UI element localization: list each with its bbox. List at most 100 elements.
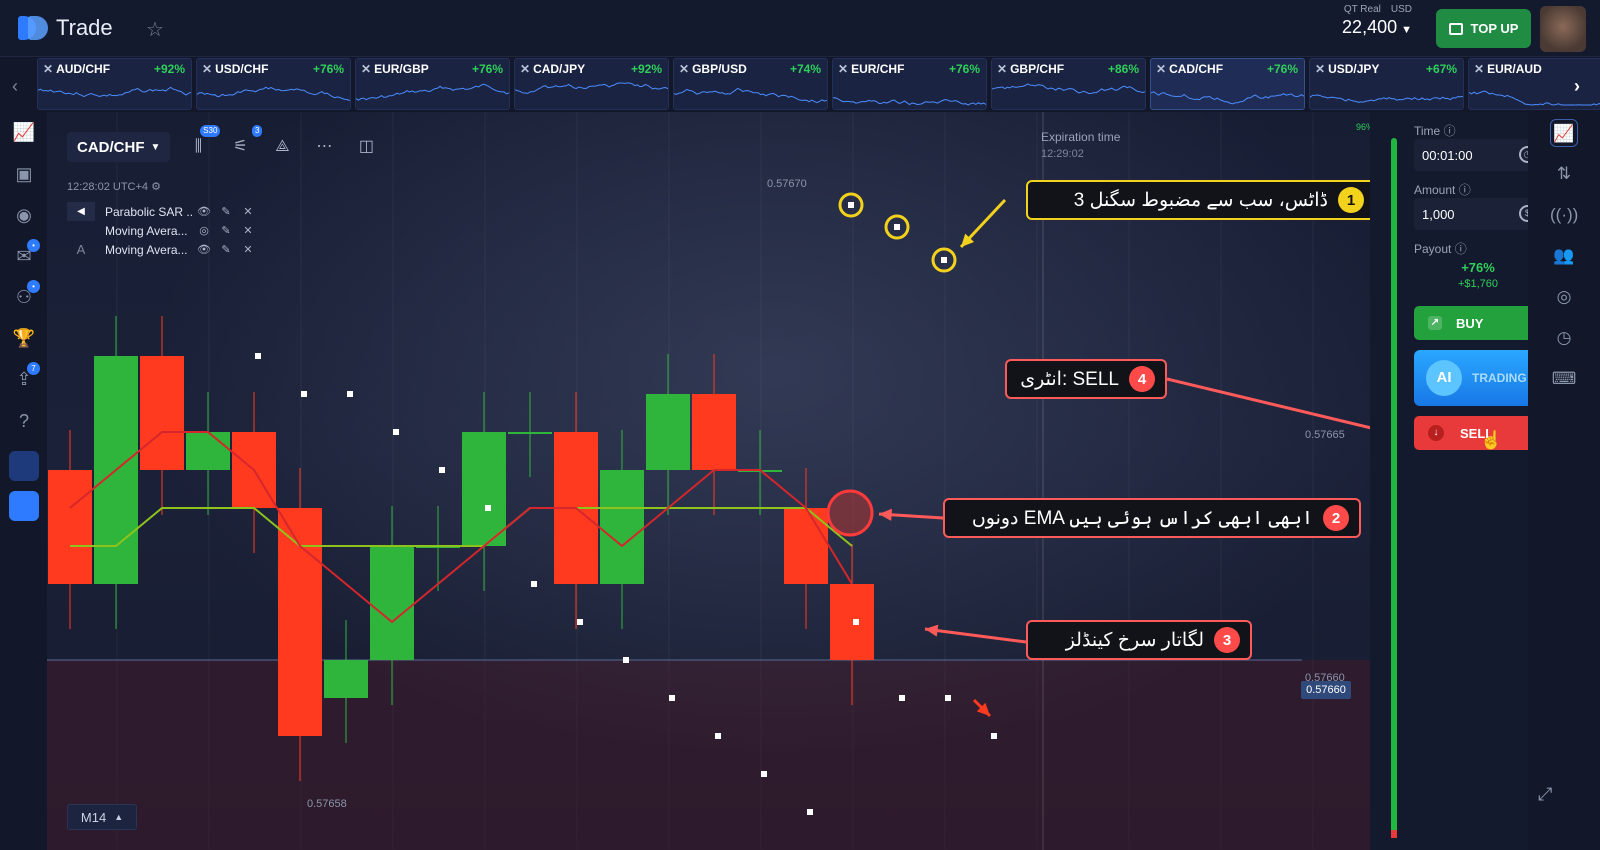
chart-toolbar: CAD/CHF ▼ ⫼ S30 ⚟ 3 ⟁ ⋯ ◫ xyxy=(67,125,380,162)
ticker-item[interactable]: ✕ USD/CHF +76% xyxy=(196,58,351,110)
candle-type-button[interactable]: ⫼ S30 xyxy=(184,125,221,161)
close-icon[interactable]: ✕ xyxy=(679,62,689,76)
sparkline-path xyxy=(515,82,668,94)
close-icon[interactable]: ✕ xyxy=(1315,62,1325,76)
signals-icon[interactable]: ((·)) xyxy=(1550,201,1578,229)
amount-input[interactable]: 1,000 $ xyxy=(1414,198,1542,230)
price-label-top: 0.57670 xyxy=(767,178,807,190)
sell-button[interactable]: ↓ SELL xyxy=(1414,416,1542,450)
help-icon[interactable]: ? xyxy=(12,409,36,433)
ticker-item[interactable]: ✕ GBP/CHF +86% xyxy=(991,58,1146,110)
ticker-item[interactable]: ✕ EUR/GBP +76% xyxy=(355,58,510,110)
briefcase-icon[interactable]: ▣ xyxy=(12,162,36,186)
social-icon[interactable]: 👥 xyxy=(1550,242,1578,270)
indicators-button[interactable]: ⚟ 3 xyxy=(226,125,263,161)
layout-icon[interactable]: ◫ xyxy=(352,133,380,161)
timeframe-selector[interactable]: M14 ▲ xyxy=(67,804,137,830)
chevron-right-icon[interactable]: › xyxy=(1574,76,1580,97)
sentiment-bar xyxy=(1391,138,1397,838)
candle-body xyxy=(646,394,690,470)
top-up-button[interactable]: TOP UP xyxy=(1436,9,1531,48)
ticker-item[interactable]: ✕ EUR/CHF +76% xyxy=(832,58,987,110)
network-icon[interactable]: ⚇ • xyxy=(12,280,40,309)
time-input[interactable]: 00:01:00 ◷ xyxy=(1414,139,1542,171)
ticker-item[interactable]: ✕ EUR/AUD xyxy=(1468,58,1600,110)
ticker-sparkline xyxy=(992,83,1145,95)
ticker-item[interactable]: ✕ CAD/CHF +76% xyxy=(1150,58,1305,110)
candle-badge: S30 xyxy=(200,125,221,137)
price-chart[interactable]: CAD/CHF ▼ ⫼ S30 ⚟ 3 ⟁ ⋯ ◫ 12:28:02 UTC+4 ⚙… xyxy=(47,112,1370,850)
ticker-item[interactable]: ✕ USD/JPY +67% xyxy=(1309,58,1464,110)
annotation-number: 2 xyxy=(1323,505,1349,531)
account-balance[interactable]: QT Real USD 22,400 ▼ xyxy=(1320,4,1412,38)
logo-mark xyxy=(18,14,50,42)
edit-icon[interactable]: ✎ xyxy=(215,243,237,256)
ticker-sparkline xyxy=(1310,94,1463,103)
user-icon[interactable]: ◉ xyxy=(12,203,36,227)
app-logo-icon[interactable] xyxy=(9,491,39,521)
sar-dot xyxy=(577,619,583,625)
close-icon[interactable]: ✕ xyxy=(43,62,53,76)
payout-label: Payout ⓘ xyxy=(1414,242,1467,256)
trades-chart-icon[interactable]: 📈 xyxy=(1550,119,1578,147)
logo[interactable]: Trade xyxy=(18,14,113,42)
close-icon[interactable]: ✕ xyxy=(520,62,530,76)
favorite-star-icon[interactable]: ☆ xyxy=(146,17,164,42)
asset-selector[interactable]: CAD/CHF ▼ xyxy=(67,132,171,162)
close-icon[interactable]: ✕ xyxy=(237,224,259,237)
expiration-label: Expiration time xyxy=(1041,130,1121,144)
chevron-left-icon[interactable]: ‹ xyxy=(12,76,18,97)
share-icon[interactable]: ⇪ 7 xyxy=(12,362,40,391)
ticker-item[interactable]: ✕ CAD/JPY +92% xyxy=(514,58,669,110)
chevron-down-icon: ▼ xyxy=(150,141,161,153)
time-label: Time ⓘ xyxy=(1414,124,1456,138)
eye-icon[interactable]: 👁 xyxy=(193,243,215,256)
megaphone-icon[interactable] xyxy=(9,451,39,481)
trophy-icon[interactable]: 🏆 xyxy=(12,326,36,350)
indicator-label[interactable]: Moving Avera... xyxy=(105,224,193,238)
annotation-1: 3 ڈاٹس، سب سے مضبوط سگنل 1 xyxy=(1026,180,1370,220)
chart-icon[interactable]: 📈 xyxy=(12,120,36,144)
eye-icon[interactable]: 👁 xyxy=(193,205,215,218)
ticker-pair-label: GBP/CHF xyxy=(1010,62,1065,76)
annotation-text: انٹری: SELL xyxy=(1020,368,1119,390)
drawing-tools-icon[interactable]: ⟁ xyxy=(268,133,296,161)
candle-body xyxy=(830,584,874,660)
edit-icon[interactable]: ✎ xyxy=(215,224,237,237)
ticker-pair-label: CAD/CHF xyxy=(1169,62,1224,76)
edit-icon[interactable]: ✎ xyxy=(215,205,237,218)
close-icon[interactable]: ✕ xyxy=(997,62,1007,76)
ticker-pair: ✕ EUR/CHF xyxy=(838,62,904,76)
close-icon[interactable]: ✕ xyxy=(838,62,848,76)
sar-dot xyxy=(531,581,537,587)
ai-trading-button[interactable]: AI TRADING xyxy=(1414,350,1542,406)
amount-label: Amount ⓘ xyxy=(1414,183,1471,197)
ticker-item[interactable]: ✕ GBP/USD +74% xyxy=(673,58,828,110)
close-icon[interactable]: ✕ xyxy=(1474,62,1484,76)
top-bar: Trade ☆ QT Real USD 22,400 ▼ TOP UP xyxy=(0,0,1600,57)
clock-text: 12:28:02 UTC+4 xyxy=(67,181,149,193)
settings-icon[interactable]: ⚙ xyxy=(151,181,161,193)
amount-value: 1,000 xyxy=(1422,206,1455,222)
keyboard-icon[interactable]: ⌨ xyxy=(1550,365,1578,393)
ticker-payout: +76% xyxy=(312,62,344,76)
close-icon[interactable]: ✕ xyxy=(237,205,259,218)
swap-icon[interactable]: ⇅ xyxy=(1550,160,1578,188)
close-icon[interactable]: ✕ xyxy=(361,62,371,76)
indicator-label[interactable]: Parabolic SAR ... xyxy=(105,205,193,219)
close-icon[interactable]: ✕ xyxy=(1156,62,1166,76)
font-icon[interactable]: A xyxy=(67,242,95,257)
close-icon[interactable]: ✕ xyxy=(237,243,259,256)
inbox-icon[interactable]: ✉ • xyxy=(12,239,40,268)
history-icon[interactable]: ◷ xyxy=(1550,324,1578,352)
avatar[interactable] xyxy=(1540,6,1586,52)
buy-button[interactable]: ↗ BUY xyxy=(1414,306,1542,340)
close-icon[interactable]: ✕ xyxy=(202,62,212,76)
eye-off-icon[interactable]: ◎ xyxy=(193,224,215,237)
ticker-item[interactable]: ✕ AUD/CHF +92% xyxy=(37,58,192,110)
fullscreen-icon[interactable]: ⤢ xyxy=(1538,784,1552,805)
indicator-label[interactable]: Moving Avera... xyxy=(105,243,193,257)
target-icon[interactable]: ◎ xyxy=(1550,283,1578,311)
more-options-icon[interactable]: ⋯ xyxy=(310,133,338,161)
collapse-icon[interactable]: ◀ xyxy=(67,202,95,221)
